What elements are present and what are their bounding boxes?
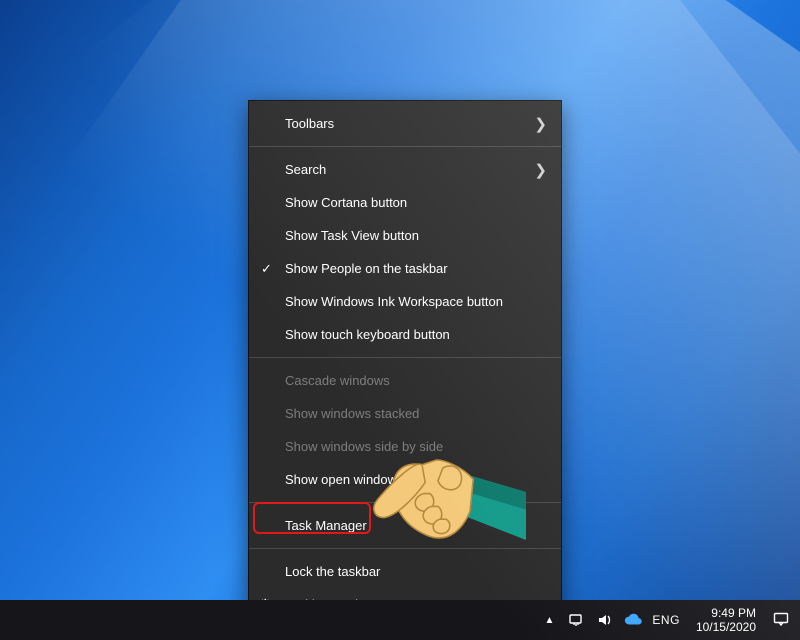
menu-item-sidebyside: Show windows side by side: [249, 430, 561, 463]
menu-label: Show Task View button: [285, 228, 419, 243]
menu-label: Toolbars: [285, 116, 334, 131]
menu-item-cortana[interactable]: Show Cortana button: [249, 186, 561, 219]
menu-label: Show Windows Ink Workspace button: [285, 294, 503, 309]
menu-label: Show windows stacked: [285, 406, 419, 421]
tray-overflow-icon[interactable]: ▲: [540, 611, 558, 629]
menu-item-toolbars[interactable]: Toolbars ❯: [249, 107, 561, 140]
action-center-icon[interactable]: [772, 611, 790, 630]
menu-label: Task Manager: [285, 518, 367, 533]
menu-separator: [249, 357, 561, 358]
menu-item-stacked: Show windows stacked: [249, 397, 561, 430]
menu-label: Show windows side by side: [285, 439, 443, 454]
menu-label: Cascade windows: [285, 373, 390, 388]
clock-time: 9:49 PM: [711, 606, 756, 620]
menu-item-people[interactable]: ✓ Show People on the taskbar: [249, 252, 561, 285]
menu-label: Show Cortana button: [285, 195, 407, 210]
menu-item-touchkeyboard[interactable]: Show touch keyboard button: [249, 318, 561, 351]
menu-item-cascade: Cascade windows: [249, 364, 561, 397]
clock-date: 10/15/2020: [696, 620, 756, 634]
language-indicator[interactable]: ENG: [652, 613, 680, 627]
menu-item-taskview[interactable]: Show Task View button: [249, 219, 561, 252]
onedrive-icon[interactable]: [624, 611, 642, 629]
menu-separator: [249, 502, 561, 503]
menu-label: Lock the taskbar: [285, 564, 380, 579]
taskbar-clock[interactable]: 9:49 PM 10/15/2020: [696, 606, 756, 634]
menu-label: Search: [285, 162, 326, 177]
chevron-right-icon: ❯: [534, 161, 547, 179]
taskbar[interactable]: ▲ ENG 9:49 PM 10/15/2020: [0, 600, 800, 640]
menu-item-search[interactable]: Search ❯: [249, 153, 561, 186]
menu-label: Show touch keyboard button: [285, 327, 450, 342]
menu-separator: [249, 146, 561, 147]
menu-item-taskmanager[interactable]: Task Manager: [249, 509, 561, 542]
menu-label: Show open windows: [285, 472, 404, 487]
menu-item-openwindows[interactable]: Show open windows: [249, 463, 561, 496]
network-icon[interactable]: [568, 611, 586, 629]
menu-separator: [249, 548, 561, 549]
desktop[interactable]: Toolbars ❯ Search ❯ Show Cortana button …: [0, 0, 800, 640]
taskbar-context-menu: Toolbars ❯ Search ❯ Show Cortana button …: [248, 100, 562, 628]
volume-icon[interactable]: [596, 611, 614, 629]
system-tray: ▲ ENG 9:49 PM 10/15/2020: [540, 606, 796, 634]
check-icon: ✓: [261, 261, 272, 277]
menu-item-inkworkspace[interactable]: Show Windows Ink Workspace button: [249, 285, 561, 318]
menu-label: Show People on the taskbar: [285, 261, 448, 276]
menu-item-locktaskbar[interactable]: Lock the taskbar: [249, 555, 561, 588]
chevron-right-icon: ❯: [534, 115, 547, 133]
